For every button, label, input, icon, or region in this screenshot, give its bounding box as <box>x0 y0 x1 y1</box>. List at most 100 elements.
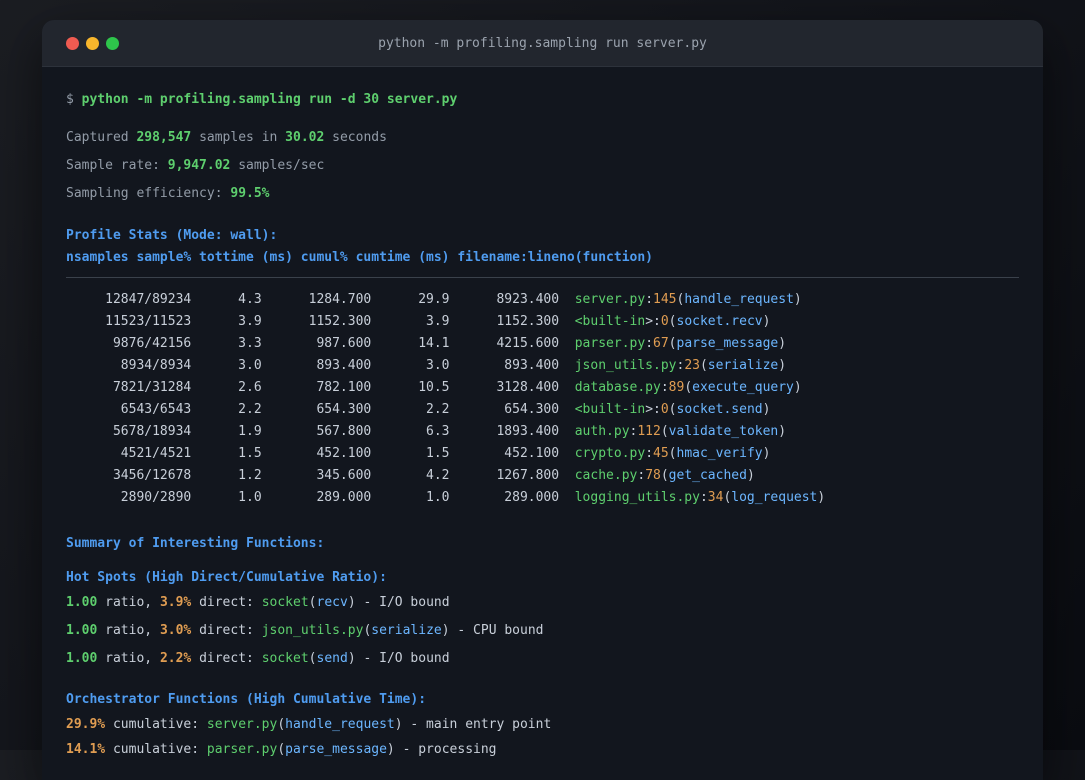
function-name: serialize <box>371 623 442 638</box>
filename: <built-in <box>574 402 646 417</box>
efficiency-line: Sampling efficiency: 99.5% <box>66 185 1019 203</box>
table-divider <box>66 277 1019 278</box>
function-name: parse_message <box>676 336 779 351</box>
ratio-value: 1.00 <box>66 623 98 638</box>
line-number: 112 <box>637 424 661 439</box>
direct-pct-value: 2.2% <box>159 651 192 666</box>
captured-seconds-value: 30.02 <box>285 130 325 145</box>
line-number: 67 <box>653 336 669 351</box>
stats-columns-header: nsamples sample% tottime (ms) cumul% cum… <box>66 250 653 265</box>
row-metrics: 5678/18934 1.9 567.800 6.3 1893.400 <box>66 424 575 439</box>
filename: cache.py <box>574 468 638 483</box>
filename: server.py <box>574 292 646 307</box>
filename: json_utils.py <box>261 623 364 638</box>
row-metrics: 9876/42156 3.3 987.600 14.1 4215.600 <box>66 336 575 351</box>
row-metrics: 7821/31284 2.6 782.100 10.5 3128.400 <box>66 380 575 395</box>
command-line: $ python -m profiling.sampling run -d 30… <box>66 91 1019 109</box>
orchestrator-note: - main entry point <box>402 717 552 732</box>
prompt-symbol: $ <box>66 92 82 107</box>
stats-row: 12847/89234 4.3 1284.700 29.9 8923.400 s… <box>66 292 802 307</box>
bound-note: - I/O bound <box>355 595 450 610</box>
function-name: serialize <box>707 358 779 373</box>
line-number: 0 <box>660 314 669 329</box>
stats-row: 2890/2890 1.0 289.000 1.0 289.000 loggin… <box>66 490 826 505</box>
filename: <built-in <box>574 314 646 329</box>
orchestrators-title: Orchestrator Functions (High Cumulative … <box>66 692 427 707</box>
row-metrics: 12847/89234 4.3 1284.700 29.9 8923.400 <box>66 292 575 307</box>
line-number: 34 <box>707 490 724 505</box>
efficiency-value: 99.5% <box>230 186 270 201</box>
function-name: recv <box>316 595 348 610</box>
bound-note: - I/O bound <box>355 651 450 666</box>
row-metrics: 3456/12678 1.2 345.600 4.2 1267.800 <box>66 468 575 483</box>
titlebar: python -m profiling.sampling run server.… <box>42 20 1043 67</box>
sample-rate-line: Sample rate: 9,947.02 samples/sec <box>66 157 1019 175</box>
row-metrics: 4521/4521 1.5 452.100 1.5 452.100 <box>66 446 575 461</box>
hot-spots-title: Hot Spots (High Direct/Cumulative Ratio)… <box>66 570 387 585</box>
terminal-window: python -m profiling.sampling run server.… <box>42 20 1043 780</box>
orchestrators-list: 29.9% cumulative: server.py(handle_reque… <box>66 716 1019 759</box>
window-title: python -m profiling.sampling run server.… <box>378 35 707 51</box>
filename: database.py <box>574 380 661 395</box>
rate-label: Sample rate: <box>66 158 168 173</box>
function-name: socket.send <box>676 402 763 417</box>
filename: server.py <box>206 717 278 732</box>
function-name: log_request <box>731 490 818 505</box>
stats-row: 9876/42156 3.3 987.600 14.1 4215.600 par… <box>66 336 787 351</box>
summary-title: Summary of Interesting Functions: <box>66 536 325 551</box>
orchestrator-item: 14.1% cumulative: parser.py(parse_messag… <box>66 742 497 757</box>
terminal-body: $ python -m profiling.sampling run -d 30… <box>42 67 1043 780</box>
hot-spot-item: 1.00 ratio, 2.2% direct: socket(send) - … <box>66 651 450 666</box>
row-metrics: 11523/11523 3.9 1152.300 3.9 1152.300 <box>66 314 575 329</box>
hot-spots-list: 1.00 ratio, 3.9% direct: socket(recv) - … <box>66 594 1019 668</box>
function-name: validate_token <box>668 424 779 439</box>
orchestrator-item: 29.9% cumulative: server.py(handle_reque… <box>66 717 552 732</box>
stats-row: 11523/11523 3.9 1152.300 3.9 1152.300 <b… <box>66 314 771 329</box>
hot-spot-item: 1.00 ratio, 3.9% direct: socket(recv) - … <box>66 595 450 610</box>
direct-pct-value: 3.0% <box>159 623 192 638</box>
line-number: 145 <box>653 292 677 307</box>
efficiency-label: Sampling efficiency: <box>66 186 231 201</box>
line-number: 78 <box>645 468 661 483</box>
function-name: handle_request <box>684 292 794 307</box>
line-number: 45 <box>653 446 669 461</box>
line-number: 23 <box>684 358 700 373</box>
function-name: socket.recv <box>676 314 763 329</box>
stats-row: 6543/6543 2.2 654.300 2.2 654.300 <built… <box>66 402 771 417</box>
function-name: handle_request <box>285 717 395 732</box>
captured-mid-label: samples in <box>191 130 286 145</box>
filename: logging_utils.py <box>574 490 700 505</box>
function-name: execute_query <box>692 380 794 395</box>
hot-spot-item: 1.00 ratio, 3.0% direct: json_utils.py(s… <box>66 623 544 638</box>
function-name: send <box>316 651 348 666</box>
line-number: 89 <box>668 380 685 395</box>
captured-samples-value: 298,547 <box>136 130 192 145</box>
stats-row: 3456/12678 1.2 345.600 4.2 1267.800 cach… <box>66 468 755 483</box>
function-name: get_cached <box>668 468 747 483</box>
function-name: hmac_verify <box>676 446 763 461</box>
filename: json_utils.py <box>574 358 677 373</box>
filename: crypto.py <box>574 446 646 461</box>
command-text: python -m profiling.sampling run -d 30 s… <box>81 92 458 107</box>
stats-table: 12847/89234 4.3 1284.700 29.9 8923.400 s… <box>66 289 1019 509</box>
row-metrics: 8934/8934 3.0 893.400 3.0 893.400 <box>66 358 575 373</box>
stats-row: 7821/31284 2.6 782.100 10.5 3128.400 dat… <box>66 380 802 395</box>
captured-line: Captured 298,547 samples in 30.02 second… <box>66 129 1019 147</box>
captured-suffix-label: seconds <box>324 130 387 145</box>
profile-stats-title: Profile Stats (Mode: wall): <box>66 228 278 243</box>
ratio-value: 1.00 <box>66 651 98 666</box>
stats-row: 5678/18934 1.9 567.800 6.3 1893.400 auth… <box>66 424 787 439</box>
filename: socket <box>261 595 309 610</box>
filename: socket <box>261 651 309 666</box>
row-metrics: 6543/6543 2.2 654.300 2.2 654.300 <box>66 402 575 417</box>
cumulative-pct-value: 29.9% <box>66 717 106 732</box>
bound-note: - CPU bound <box>449 623 544 638</box>
stats-row: 4521/4521 1.5 452.100 1.5 452.100 crypto… <box>66 446 771 461</box>
row-metrics: 2890/2890 1.0 289.000 1.0 289.000 <box>66 490 575 505</box>
stats-row: 8934/8934 3.0 893.400 3.0 893.400 json_u… <box>66 358 787 373</box>
filename: auth.py <box>574 424 630 439</box>
captured-label: Captured <box>66 130 137 145</box>
ratio-value: 1.00 <box>66 595 98 610</box>
rate-suffix-label: samples/sec <box>230 158 325 173</box>
rate-value: 9,947.02 <box>167 158 231 173</box>
